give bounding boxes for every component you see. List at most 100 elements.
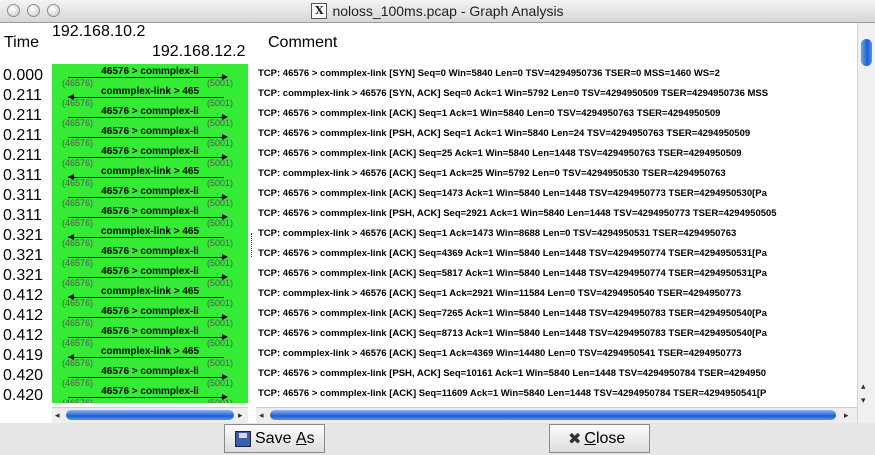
comment-horizontal-scrollbar[interactable]: ◂ ▸ xyxy=(256,407,857,423)
comment-row[interactable]: TCP: commplex-link > 46576 [ACK] Seq=1 A… xyxy=(258,228,736,239)
time-value: 0.211 xyxy=(3,87,42,104)
graph-scroll-thumb[interactable] xyxy=(66,410,234,420)
time-value: 0.311 xyxy=(3,167,42,184)
flow-arrow-row[interactable]: 46576 > commplex-li (46576) (5001) xyxy=(52,246,248,268)
time-value: 0.211 xyxy=(3,107,42,124)
flow-port-right: (5001) xyxy=(207,398,234,403)
flow-arrow-row[interactable]: commplex-link > 465 (46576) (5001) xyxy=(52,226,248,248)
comment-row[interactable]: TCP: 46576 > commplex-link [ACK] Seq=1 A… xyxy=(258,108,720,119)
time-value: 0.412 xyxy=(3,327,44,344)
floppy-disk-icon xyxy=(235,430,251,447)
flow-label: 46576 > commplex-li xyxy=(101,326,199,337)
flow-arrow-row[interactable]: 46576 > commplex-li (46576) (5001) xyxy=(52,146,248,168)
flow-label: 46576 > commplex-li xyxy=(101,386,199,397)
flow-port-left: (46576) xyxy=(62,398,94,403)
column-divider xyxy=(251,233,254,257)
time-value: 0.412 xyxy=(3,307,44,324)
flow-label: 46576 > commplex-li xyxy=(101,366,199,377)
comment-row[interactable]: TCP: commplex-link > 46576 [ACK] Seq=1 A… xyxy=(258,348,742,359)
flow-label: 46576 > commplex-li xyxy=(101,186,199,197)
flow-arrow-row[interactable]: 46576 > commplex-li (46576) (5001) xyxy=(52,306,248,328)
time-value: 0.000 xyxy=(3,67,44,84)
time-value: 0.211 xyxy=(3,127,42,144)
comment-row[interactable]: TCP: 46576 > commplex-link [ACK] Seq=726… xyxy=(258,308,767,319)
flow-arrow-row[interactable]: 46576 > commplex-li (46576) (5001) xyxy=(52,386,248,403)
time-value: 0.311 xyxy=(3,207,42,224)
time-value: 0.321 xyxy=(3,227,44,244)
flow-arrow-row[interactable]: 46576 > commplex-li (46576) (5001) xyxy=(52,206,248,228)
flow-label: commplex-link > 465 xyxy=(100,346,200,357)
comment-row[interactable]: TCP: 46576 > commplex-link [ACK] Seq=436… xyxy=(258,248,767,259)
flow-label: commplex-link > 465 xyxy=(100,226,200,237)
comment-row[interactable]: TCP: commplex-link > 46576 [ACK] Seq=1 A… xyxy=(258,288,741,299)
time-value: 0.419 xyxy=(3,347,44,364)
flow-label: commplex-link > 465 xyxy=(100,286,200,297)
scroll-right-arrow-icon[interactable]: ▸ xyxy=(844,408,849,423)
window-title-wrap: X noloss_100ms.pcap - Graph Analysis xyxy=(0,0,875,22)
flow-arrow-row[interactable]: 46576 > commplex-li (46576) (5001) xyxy=(52,186,248,208)
scroll-left-arrow-icon[interactable]: ◂ xyxy=(259,408,264,423)
close-button[interactable]: ✖ Close xyxy=(549,424,650,453)
flow-label: 46576 > commplex-li xyxy=(101,266,199,277)
close-mnemonic: C xyxy=(584,429,596,447)
time-value: 0.311 xyxy=(3,187,42,204)
flow-arrow-row[interactable]: 46576 > commplex-li (46576) (5001) xyxy=(52,266,248,288)
close-x-icon: ✖ xyxy=(568,430,582,448)
flow-arrow-row[interactable]: 46576 > commplex-li (46576) (5001) xyxy=(52,66,248,88)
comment-row[interactable]: TCP: 46576 > commplex-link [PSH, ACK] Se… xyxy=(258,208,777,219)
time-value: 0.412 xyxy=(3,287,44,304)
comment-scroll-thumb[interactable] xyxy=(270,410,836,420)
time-value: 0.211 xyxy=(3,147,42,164)
save-as-label-prefix: Save xyxy=(255,429,296,447)
time-value: 0.420 xyxy=(3,387,44,404)
graph-horizontal-scrollbar[interactable]: ◂ ▸ xyxy=(52,407,248,423)
comment-row[interactable]: TCP: 46576 > commplex-link [ACK] Seq=25 … xyxy=(258,148,742,159)
vertical-scrollbar[interactable]: ▴ ▾ xyxy=(857,23,875,423)
window-title: noloss_100ms.pcap - Graph Analysis xyxy=(332,3,564,19)
flow-label: commplex-link > 465 xyxy=(100,86,200,97)
flow-label: 46576 > commplex-li xyxy=(101,146,199,157)
save-as-button[interactable]: Save As xyxy=(224,424,325,453)
comment-row[interactable]: TCP: 46576 > commplex-link [ACK] Seq=116… xyxy=(258,388,766,399)
save-as-label-suffix: s xyxy=(306,429,315,447)
host-left-label: 192.168.10.2 xyxy=(52,23,146,40)
vertical-scroll-thumb[interactable] xyxy=(861,39,872,66)
comment-row[interactable]: TCP: 46576 > commplex-link [ACK] Seq=581… xyxy=(258,268,767,279)
comment-column-header: Comment xyxy=(268,34,338,51)
flow-label: commplex-link > 465 xyxy=(100,166,200,177)
scroll-right-arrow-icon[interactable]: ▸ xyxy=(238,408,243,423)
button-bar: Save As ✖ Close xyxy=(0,423,875,455)
flow-arrow-row[interactable]: 46576 > commplex-li (46576) (5001) xyxy=(52,106,248,128)
close-label-suffix: lose xyxy=(595,429,626,447)
flow-arrow-row[interactable]: 46576 > commplex-li (46576) (5001) xyxy=(52,326,248,348)
flow-graph[interactable]: 46576 > commplex-li (46576) (5001) commplex… xyxy=(52,64,248,403)
comment-row[interactable]: TCP: 46576 > commplex-link [ACK] Seq=147… xyxy=(258,188,767,199)
x11-icon: X xyxy=(311,3,328,19)
time-value: 0.321 xyxy=(3,247,44,264)
time-value: 0.420 xyxy=(3,367,44,384)
flow-arrow-row[interactable]: commplex-link > 465 (46576) (5001) xyxy=(52,86,248,108)
scroll-left-arrow-icon[interactable]: ◂ xyxy=(55,408,60,423)
comment-column: Comment TCP: 46576 > commplex-link [SYN]… xyxy=(256,23,856,423)
host-right-label: 192.168.12.2 xyxy=(152,43,246,60)
comment-row[interactable]: TCP: 46576 > commplex-link [SYN] Seq=0 W… xyxy=(258,68,720,79)
flow-arrow-row[interactable]: commplex-link > 465 (46576) (5001) xyxy=(52,166,248,188)
comment-row[interactable]: TCP: commplex-link > 46576 [SYN, ACK] Se… xyxy=(258,88,768,99)
flow-arrow-row[interactable]: commplex-link > 465 (46576) (5001) xyxy=(52,286,248,308)
flow-arrow-row[interactable]: commplex-link > 465 (46576) (5001) xyxy=(52,346,248,368)
flow-arrow-row[interactable]: 46576 > commplex-li (46576) (5001) xyxy=(52,366,248,388)
scroll-up-arrow-icon[interactable]: ▴ xyxy=(861,381,866,392)
time-column-header: Time xyxy=(4,34,39,51)
comment-row[interactable]: TCP: 46576 > commplex-link [ACK] Seq=871… xyxy=(258,328,767,339)
comment-row[interactable]: TCP: commplex-link > 46576 [ACK] Seq=1 A… xyxy=(258,168,726,179)
flow-label: 46576 > commplex-li xyxy=(101,306,199,317)
flow-arrow-row[interactable]: 46576 > commplex-li (46576) (5001) xyxy=(52,126,248,148)
flow-label: 46576 > commplex-li xyxy=(101,106,199,117)
scroll-down-arrow-icon[interactable]: ▾ xyxy=(861,395,866,406)
time-column: Time 0.000 0.211 0.211 0.211 0.211 0.311 0.311… xyxy=(0,23,52,423)
flow-label: 46576 > commplex-li xyxy=(101,66,199,77)
comment-row[interactable]: TCP: 46576 > commplex-link [PSH, ACK] Se… xyxy=(258,128,750,139)
comment-row[interactable]: TCP: 46576 > commplex-link [PSH, ACK] Se… xyxy=(258,368,766,379)
save-as-mnemonic: A xyxy=(295,429,307,447)
flow-label: 46576 > commplex-li xyxy=(101,126,199,137)
